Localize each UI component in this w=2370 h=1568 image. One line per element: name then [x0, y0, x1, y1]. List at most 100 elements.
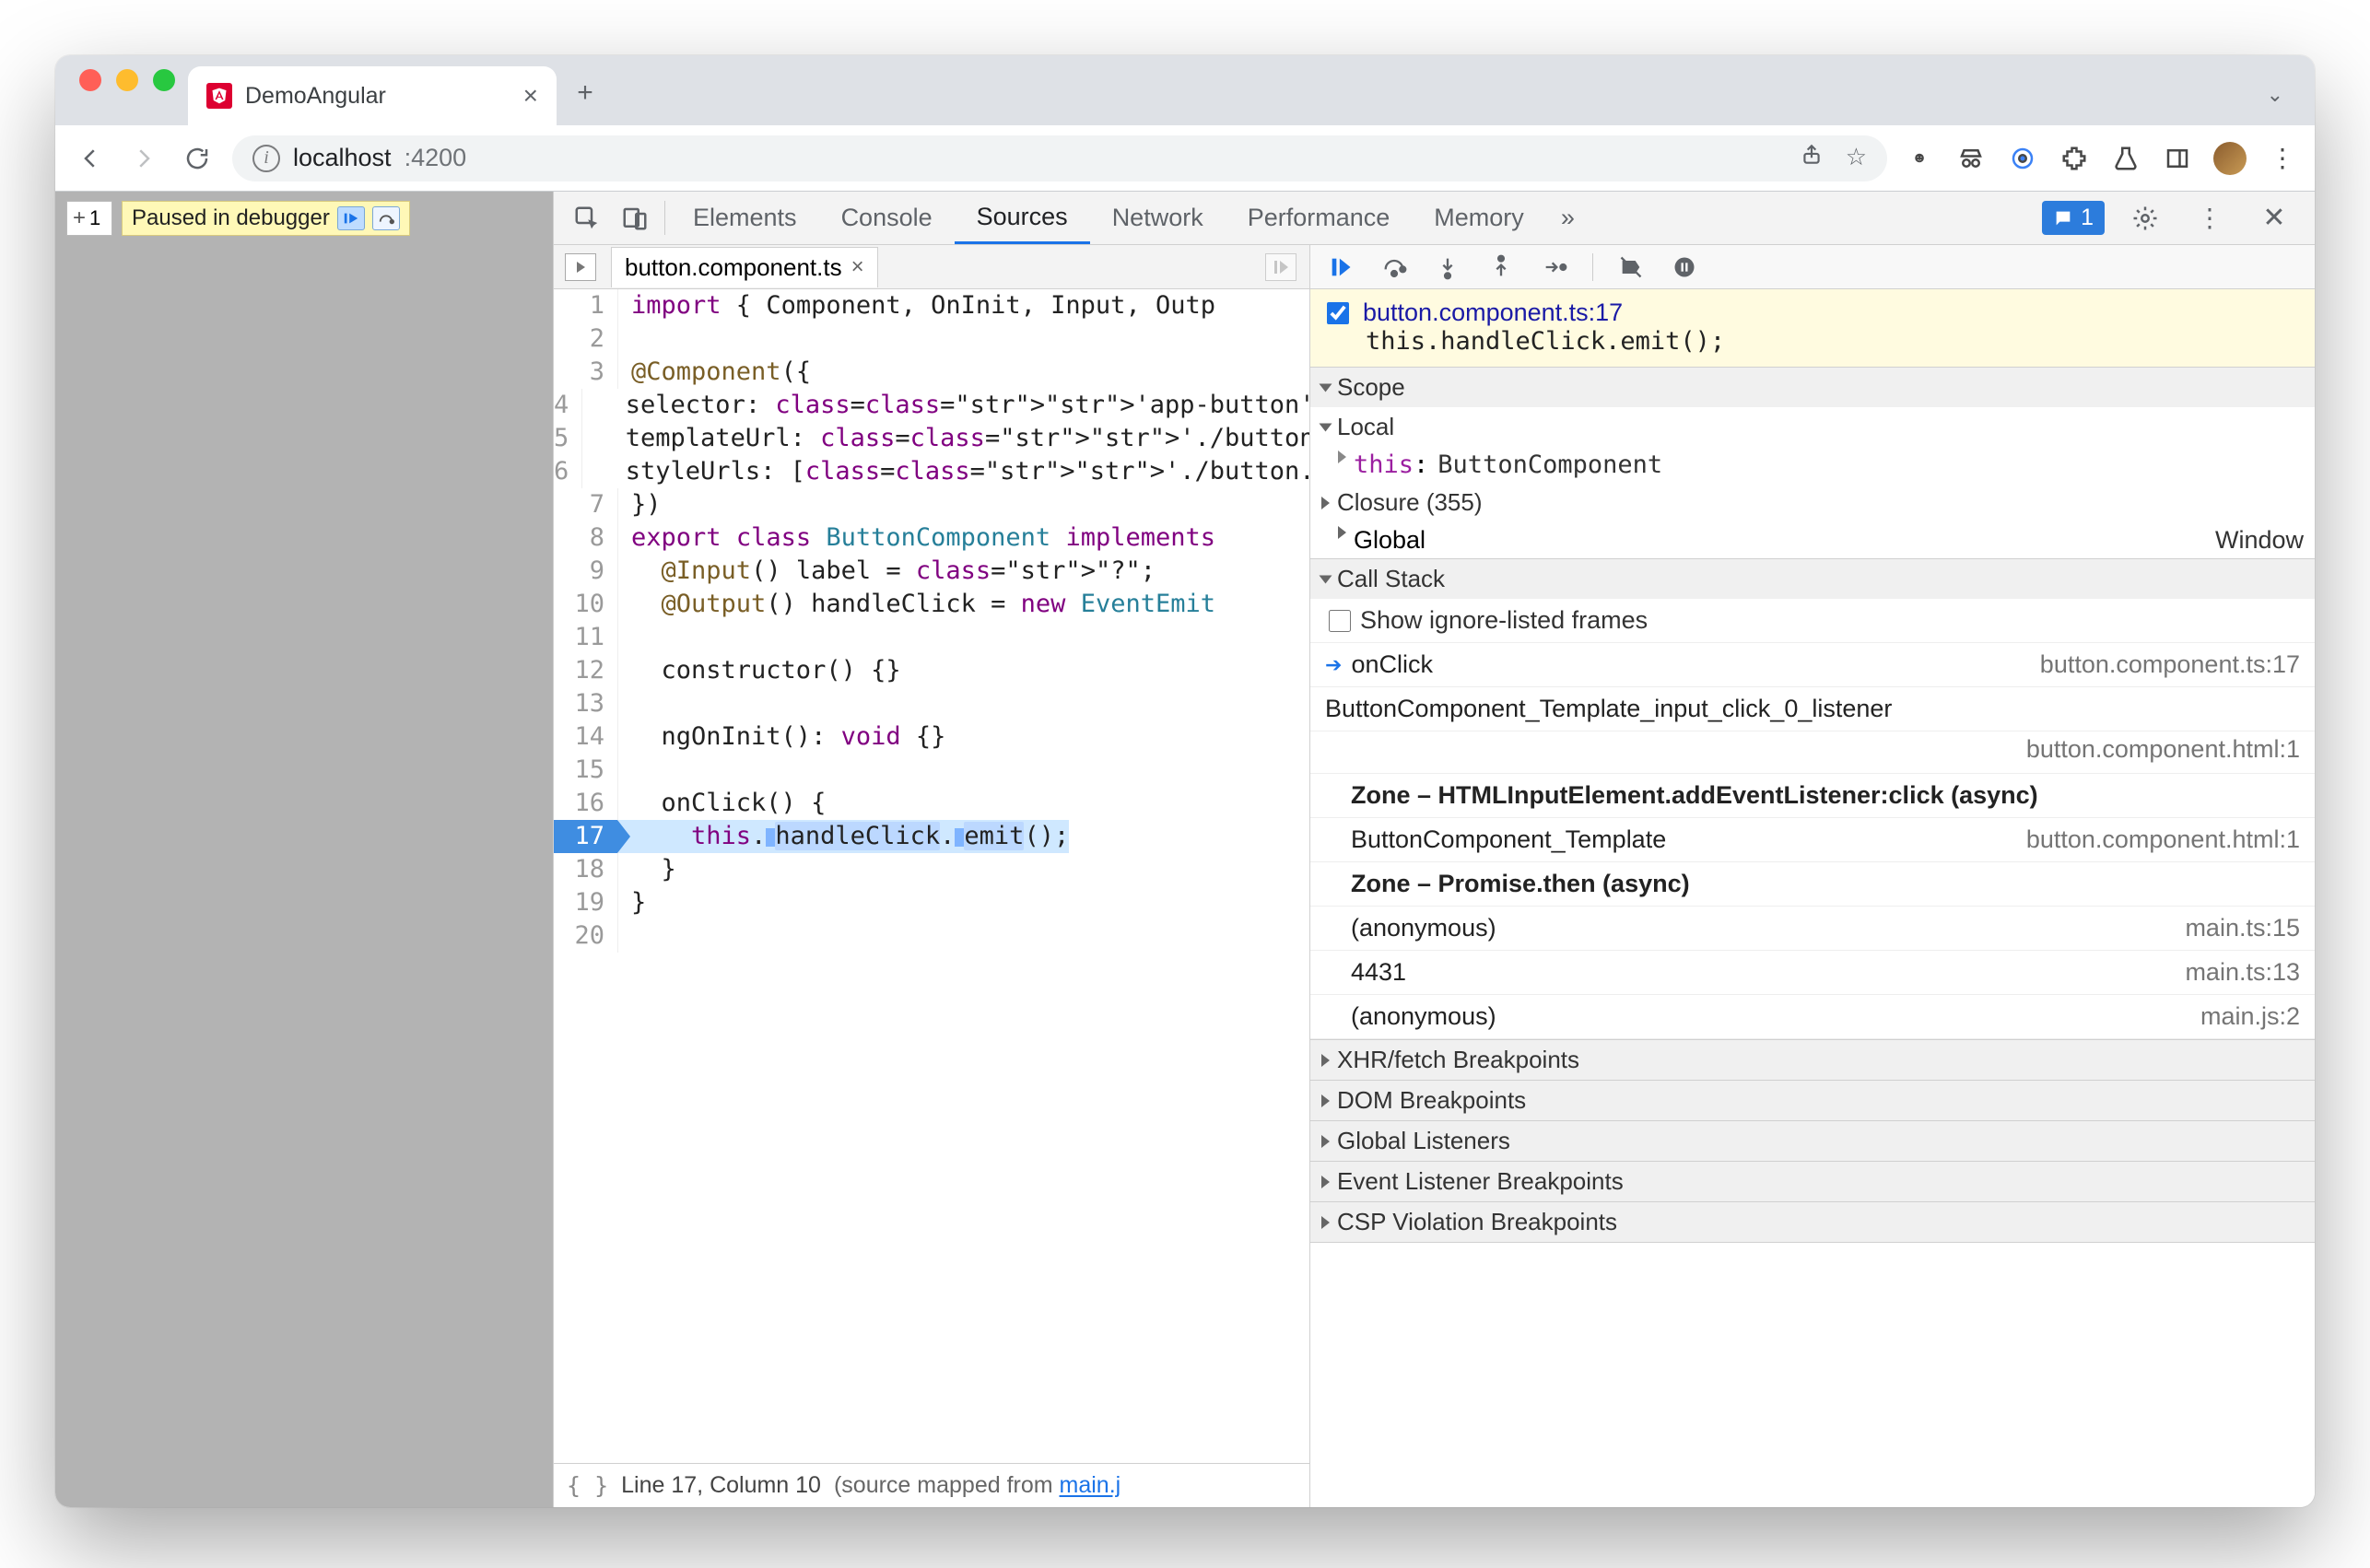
ext-skull-icon[interactable]: ☻	[1904, 143, 1935, 174]
tab-console[interactable]: Console	[819, 192, 955, 244]
event-breakpoints-header[interactable]: Event Listener Breakpoints	[1310, 1162, 2315, 1201]
deactivate-breakpoints-button[interactable]	[1613, 252, 1648, 283]
devtools-tabs: Elements Console Sources Network Perform…	[554, 192, 2315, 245]
ext-panel-icon[interactable]	[2162, 143, 2193, 174]
scope-this-row[interactable]: this:ButtonComponent	[1310, 447, 2315, 483]
ext-incognito-icon[interactable]	[1955, 143, 1987, 174]
callstack-header[interactable]: Call Stack	[1310, 559, 2315, 599]
page-number-input[interactable]: + 1	[66, 201, 112, 236]
breakpoint-checkbox[interactable]	[1327, 302, 1349, 324]
browser-window: DemoAngular × + ⌄ i localhost:4200 ☆ ☻	[55, 55, 2315, 1507]
code-line[interactable]: 15	[554, 754, 1309, 787]
tab-performance[interactable]: Performance	[1226, 192, 1413, 244]
code-line[interactable]: 7})	[554, 488, 1309, 521]
inspect-element-icon[interactable]	[563, 192, 611, 244]
source-file-tab[interactable]: button.component.ts ×	[611, 247, 878, 287]
scope-global-row[interactable]: GlobalWindow	[1310, 522, 2315, 558]
nav-back-button[interactable]	[72, 140, 109, 177]
xhr-breakpoints-header[interactable]: XHR/fetch Breakpoints	[1310, 1040, 2315, 1080]
code-line[interactable]: 14 ngOnInit(): void {}	[554, 720, 1309, 754]
window-zoom-icon[interactable]	[153, 69, 175, 91]
code-line[interactable]: 19}	[554, 886, 1309, 919]
window-minimize-icon[interactable]	[116, 69, 138, 91]
dom-breakpoints-header[interactable]: DOM Breakpoints	[1310, 1081, 2315, 1120]
code-line[interactable]: 17 this.handleClick.emit();	[554, 820, 1309, 853]
tab-elements[interactable]: Elements	[671, 192, 819, 244]
tab-title: DemoAngular	[245, 83, 386, 110]
show-ignored-row[interactable]: Show ignore-listed frames	[1310, 599, 2315, 643]
breakpoint-location[interactable]: button.component.ts:17	[1363, 298, 1623, 327]
profile-avatar-icon[interactable]	[2213, 142, 2247, 175]
scope-closure-header[interactable]: Closure (355)	[1310, 483, 2315, 522]
issues-chip[interactable]: 1	[2042, 201, 2105, 235]
step-button[interactable]	[1537, 252, 1572, 283]
ext-flask-icon[interactable]	[2110, 143, 2141, 174]
new-tab-button[interactable]: +	[569, 77, 601, 109]
code-line[interactable]: 12 constructor() {}	[554, 654, 1309, 687]
code-line[interactable]: 9 @Input() label = class="str">"?";	[554, 555, 1309, 588]
tab-sources[interactable]: Sources	[955, 192, 1090, 244]
code-line[interactable]: 11	[554, 621, 1309, 654]
callstack-frame[interactable]: 4431main.ts:13	[1310, 951, 2315, 995]
device-toolbar-icon[interactable]	[611, 192, 659, 244]
callstack-frame[interactable]: ButtonComponent_Templatebutton.component…	[1310, 818, 2315, 862]
code-line[interactable]: 13	[554, 687, 1309, 720]
scope-local-header[interactable]: Local	[1310, 407, 2315, 447]
bookmark-star-icon[interactable]: ☆	[1846, 143, 1867, 173]
navigator-toggle-icon[interactable]	[565, 253, 596, 281]
code-line[interactable]: 8export class ButtonComponent implements	[554, 521, 1309, 555]
code-line[interactable]: 20	[554, 919, 1309, 953]
address-bar[interactable]: i localhost:4200 ☆	[232, 135, 1887, 181]
tabs-more-icon[interactable]: »	[1546, 192, 1590, 244]
settings-icon[interactable]	[2121, 205, 2169, 232]
nav-reload-button[interactable]	[179, 140, 216, 177]
csp-breakpoints-header[interactable]: CSP Violation Breakpoints	[1310, 1202, 2315, 1242]
pretty-print-icon[interactable]: { }	[567, 1472, 608, 1499]
run-snippet-icon[interactable]	[1265, 253, 1296, 281]
show-ignored-checkbox[interactable]	[1329, 610, 1351, 632]
code-line[interactable]: 18 }	[554, 853, 1309, 886]
code-line[interactable]: 16 onClick() {	[554, 787, 1309, 820]
tab-network[interactable]: Network	[1090, 192, 1226, 244]
nav-forward-button[interactable]	[125, 140, 162, 177]
extension-icons: ☻ ⋮	[1904, 142, 2298, 175]
share-icon[interactable]	[1800, 143, 1824, 173]
scope-header[interactable]: Scope	[1310, 368, 2315, 407]
step-over-button[interactable]	[1377, 252, 1412, 283]
overlay-resume-button[interactable]	[337, 206, 365, 230]
code-line[interactable]: 10 @Output() handleClick = new EventEmit	[554, 588, 1309, 621]
overlay-step-button[interactable]	[372, 206, 400, 230]
resume-button[interactable]	[1323, 252, 1358, 283]
callstack-frame[interactable]: ➔onClickbutton.component.ts:17	[1310, 643, 2315, 687]
callstack-frame[interactable]: ButtonComponent_Template_input_click_0_l…	[1310, 687, 2315, 731]
step-out-button[interactable]	[1484, 252, 1519, 283]
global-listeners-header[interactable]: Global Listeners	[1310, 1121, 2315, 1161]
code-line[interactable]: 2	[554, 322, 1309, 356]
browser-tab[interactable]: DemoAngular ×	[188, 66, 557, 125]
callstack-section: Call Stack Show ignore-listed frames ➔on…	[1310, 559, 2315, 1040]
callstack-frame[interactable]: (anonymous)main.js:2	[1310, 995, 2315, 1039]
code-area[interactable]: 1import { Component, OnInit, Input, Outp…	[554, 289, 1309, 1463]
callstack-frame[interactable]: (anonymous)main.ts:15	[1310, 907, 2315, 951]
window-close-icon[interactable]	[79, 69, 101, 91]
tabs-overflow-icon[interactable]: ⌄	[2267, 83, 2283, 107]
code-line[interactable]: 6 styleUrls: [class=class="str">"str">'.…	[554, 455, 1309, 488]
tab-memory[interactable]: Memory	[1412, 192, 1546, 244]
pause-exceptions-button[interactable]	[1667, 252, 1702, 283]
tab-close-icon[interactable]: ×	[523, 83, 538, 109]
devtools-menu-icon[interactable]: ⋮	[2186, 203, 2234, 233]
code-line[interactable]: 5 templateUrl: class=class="str">"str">'…	[554, 422, 1309, 455]
page-viewport: + 1 Paused in debugger	[55, 192, 553, 1507]
code-line[interactable]: 1import { Component, OnInit, Input, Outp	[554, 289, 1309, 322]
file-tab-close-icon[interactable]: ×	[851, 254, 864, 280]
breakpoint-banner: button.component.ts:17 this.handleClick.…	[1310, 289, 2315, 368]
devtools-close-icon[interactable]: ✕	[2250, 202, 2298, 234]
code-line[interactable]: 3@Component({	[554, 356, 1309, 389]
code-line[interactable]: 4 selector: class=class="str">"str">'app…	[554, 389, 1309, 422]
ext-target-icon[interactable]	[2007, 143, 2038, 174]
chrome-menu-icon[interactable]: ⋮	[2267, 143, 2298, 174]
site-info-icon[interactable]: i	[252, 145, 280, 172]
step-into-button[interactable]	[1430, 252, 1465, 283]
extensions-icon[interactable]	[2059, 143, 2090, 174]
source-map-link[interactable]: main.j	[1060, 1472, 1121, 1498]
